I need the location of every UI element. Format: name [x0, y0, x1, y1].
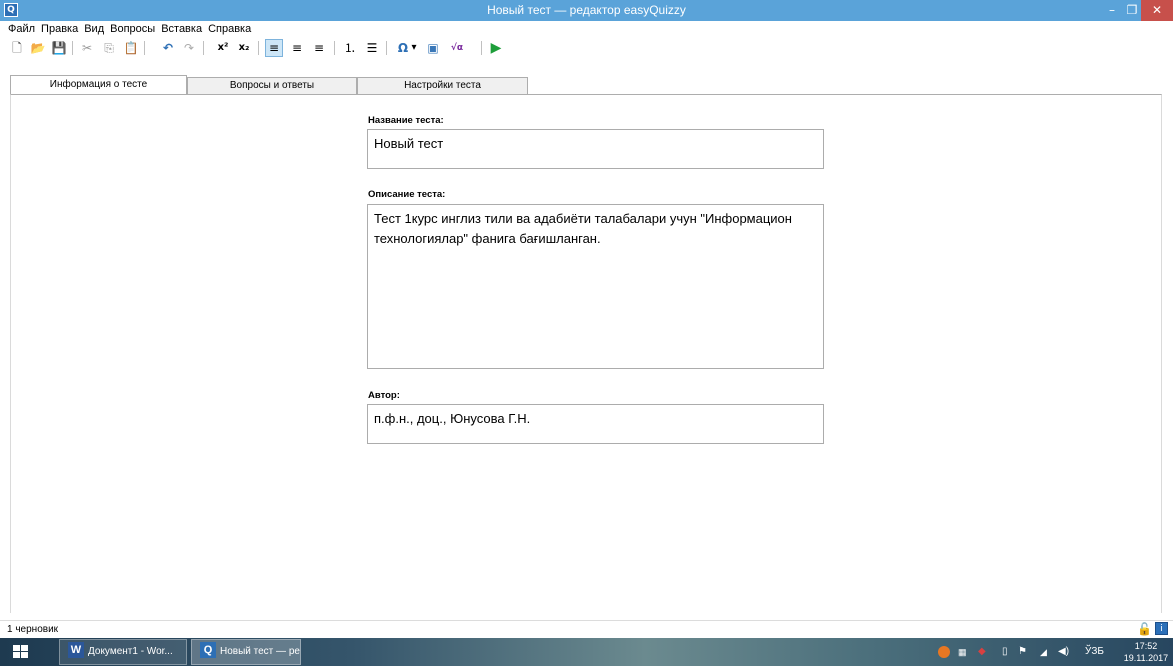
windows-logo-icon — [13, 645, 29, 659]
copy-icon[interactable]: ⎘ — [100, 39, 118, 57]
tray-network-icon[interactable]: ▦ — [958, 638, 972, 666]
taskbar-item-label: Документ1 - Wor... — [88, 646, 173, 657]
tab-questions-answers[interactable]: Вопросы и ответы — [187, 77, 357, 94]
toolbar-separator — [144, 41, 145, 55]
tray-wifi-icon[interactable]: ◢ — [1040, 638, 1054, 666]
lock-icon[interactable]: 🔓 — [1137, 622, 1152, 636]
test-description-textarea[interactable]: Тест 1курс инглиз тили ва адабиёти талаб… — [367, 204, 824, 369]
title-bar: Q Новый тест — редактор easyQuizzy – ❐ ✕ — [0, 0, 1173, 21]
menu-insert[interactable]: Вставка — [158, 21, 205, 37]
bullet-list-icon[interactable]: ☰ — [363, 39, 381, 57]
new-file-icon[interactable]: 🗋 — [8, 39, 26, 57]
clock-date: 19.11.2017 — [1123, 653, 1169, 663]
formula-icon[interactable]: √α — [446, 39, 468, 57]
tray-alert-icon[interactable] — [938, 638, 952, 666]
clock-time: 17:52 — [1134, 641, 1158, 651]
tab-test-info[interactable]: Информация о тесте — [10, 75, 187, 94]
cut-icon[interactable]: ✂ — [78, 39, 96, 57]
redo-icon[interactable]: ↷ — [180, 39, 198, 57]
keyboard-language[interactable]: ЎЗБ — [1085, 638, 1109, 666]
chevron-down-icon[interactable]: ▾ — [409, 39, 419, 57]
test-title-input[interactable]: Новый тест — [367, 129, 824, 169]
toolbar-separator — [386, 41, 387, 55]
taskbar-item-label: Новый тест — ре... — [220, 646, 301, 657]
menu-questions[interactable]: Вопросы — [107, 21, 158, 37]
undo-icon[interactable]: ↶ — [159, 39, 177, 57]
author-input[interactable]: п.ф.н., доц., Юнусова Г.Н. — [367, 404, 824, 444]
menu-bar: Файл Правка Вид Вопросы Вставка Справка — [0, 21, 1173, 37]
test-description-label: Описание теста: — [368, 189, 446, 200]
open-folder-icon[interactable]: 📂 — [29, 39, 47, 57]
toolbar-separator — [203, 41, 204, 55]
numbered-list-icon[interactable]: ⒈ — [341, 39, 359, 57]
menu-help[interactable]: Справка — [205, 21, 254, 37]
toolbar-separator — [72, 41, 73, 55]
window-title: Новый тест — редактор easyQuizzy — [487, 3, 686, 17]
tab-bar: Информация о тесте Вопросы и ответы Наст… — [10, 75, 530, 94]
close-button[interactable]: ✕ — [1141, 0, 1173, 21]
tray-shield-icon[interactable]: ◆ — [978, 638, 992, 666]
taskbar-item-word[interactable]: W Документ1 - Wor... — [59, 639, 187, 665]
menu-view[interactable]: Вид — [81, 21, 107, 37]
word-icon: W — [68, 642, 84, 659]
easyquizzy-icon: Q — [200, 642, 216, 659]
tray-flag-icon[interactable]: ⚑ — [1018, 638, 1032, 666]
tray-device-icon[interactable]: ▯ — [1002, 638, 1014, 666]
image-icon[interactable]: ▣ — [424, 39, 442, 57]
status-text: 1 черновик — [7, 624, 59, 635]
subscript-icon[interactable]: x₂ — [235, 39, 253, 57]
paste-icon[interactable]: 📋 — [122, 39, 140, 57]
menu-edit[interactable]: Правка — [38, 21, 81, 37]
taskbar-item-easyquizzy[interactable]: Q Новый тест — ре... — [191, 639, 301, 665]
toolbar-separator — [481, 41, 482, 55]
toolbar-separator — [258, 41, 259, 55]
save-icon[interactable]: 💾 — [50, 39, 68, 57]
test-title-label: Название теста: — [368, 115, 444, 126]
start-button[interactable] — [0, 638, 44, 666]
align-left-icon[interactable]: ≡ — [265, 39, 283, 57]
align-right-icon[interactable]: ≡ — [310, 39, 328, 57]
toolbar-separator — [334, 41, 335, 55]
align-center-icon[interactable]: ≡ — [288, 39, 306, 57]
tab-test-settings[interactable]: Настройки теста — [357, 77, 528, 94]
toolbar: 🗋 📂 💾 ✂ ⎘ 📋 ↶ ↷ x² x₂ ≡ ≡ ≡ ⒈ ☰ Ω ▾ ▣ √α… — [0, 37, 1173, 59]
tray-volume-icon[interactable]: ◀) — [1058, 638, 1072, 666]
taskbar: W Документ1 - Wor... Q Новый тест — ре... … — [0, 638, 1173, 666]
taskbar-clock[interactable]: 17:52 19.11.2017 — [1121, 640, 1171, 664]
superscript-icon[interactable]: x² — [214, 39, 232, 57]
info-icon[interactable]: i — [1155, 622, 1168, 635]
status-bar: 1 черновик 🔓 i — [0, 620, 1173, 638]
run-test-icon[interactable]: ▶ — [487, 39, 505, 57]
author-label: Автор: — [368, 390, 400, 401]
menu-file[interactable]: Файл — [5, 21, 38, 37]
